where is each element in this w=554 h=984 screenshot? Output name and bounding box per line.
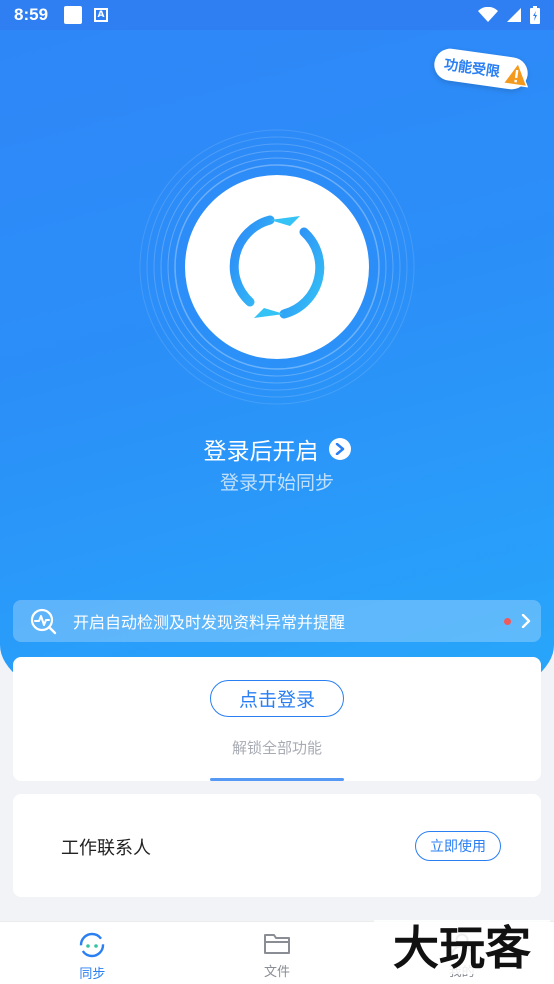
watermark-logo: 大玩客 xyxy=(374,920,550,975)
monitor-search-icon xyxy=(30,608,57,635)
nav-item-files[interactable]: 文件 xyxy=(185,922,370,984)
chevron-right-icon xyxy=(328,438,351,460)
chevron-right-icon xyxy=(521,614,531,628)
wifi-icon xyxy=(478,7,498,22)
auto-check-text: 开启自动检测及时发现资料异常并提醒 xyxy=(73,613,346,632)
login-card: 点击登录 解锁全部功能 xyxy=(13,657,541,781)
login-then-open-label: 登录后开启 xyxy=(203,439,319,465)
login-start-sync-text: 登录开始同步 xyxy=(219,472,334,494)
watermark-text: 大玩客 xyxy=(393,921,531,975)
nav-label-sync: 同步 xyxy=(79,967,106,982)
login-then-open-link[interactable]: 登录后开启 xyxy=(0,432,554,466)
unlock-all-text: 解锁全部功能 xyxy=(231,739,322,757)
limited-badge-label: 功能受限 xyxy=(443,56,501,81)
use-now-button[interactable]: 立即使用 xyxy=(415,831,501,861)
nav-item-sync[interactable]: 同步 xyxy=(0,922,185,984)
work-contacts-card: 工作联系人 立即使用 xyxy=(13,794,541,897)
login-button[interactable]: 点击登录 xyxy=(210,680,344,717)
sync-arrows-icon xyxy=(229,215,325,319)
status-bar: 8:59 A xyxy=(0,0,554,30)
notification-icon xyxy=(64,6,83,24)
signal-icon xyxy=(507,8,521,22)
a-notification-icon: A xyxy=(94,8,109,22)
limited-badge[interactable]: 功能受限 xyxy=(432,46,530,92)
sync-icon xyxy=(80,932,105,958)
card-accent-line xyxy=(210,778,344,781)
sync-button[interactable] xyxy=(185,175,369,359)
work-contacts-label: 工作联系人 xyxy=(61,838,151,859)
nav-label-files: 文件 xyxy=(264,965,291,980)
status-time: 8:59 xyxy=(14,5,49,24)
folder-icon xyxy=(264,934,290,954)
battery-icon xyxy=(530,6,540,24)
unread-dot xyxy=(504,617,511,625)
auto-check-banner[interactable]: 开启自动检测及时发现资料异常并提醒 xyxy=(13,600,541,642)
warning-icon xyxy=(502,61,529,88)
